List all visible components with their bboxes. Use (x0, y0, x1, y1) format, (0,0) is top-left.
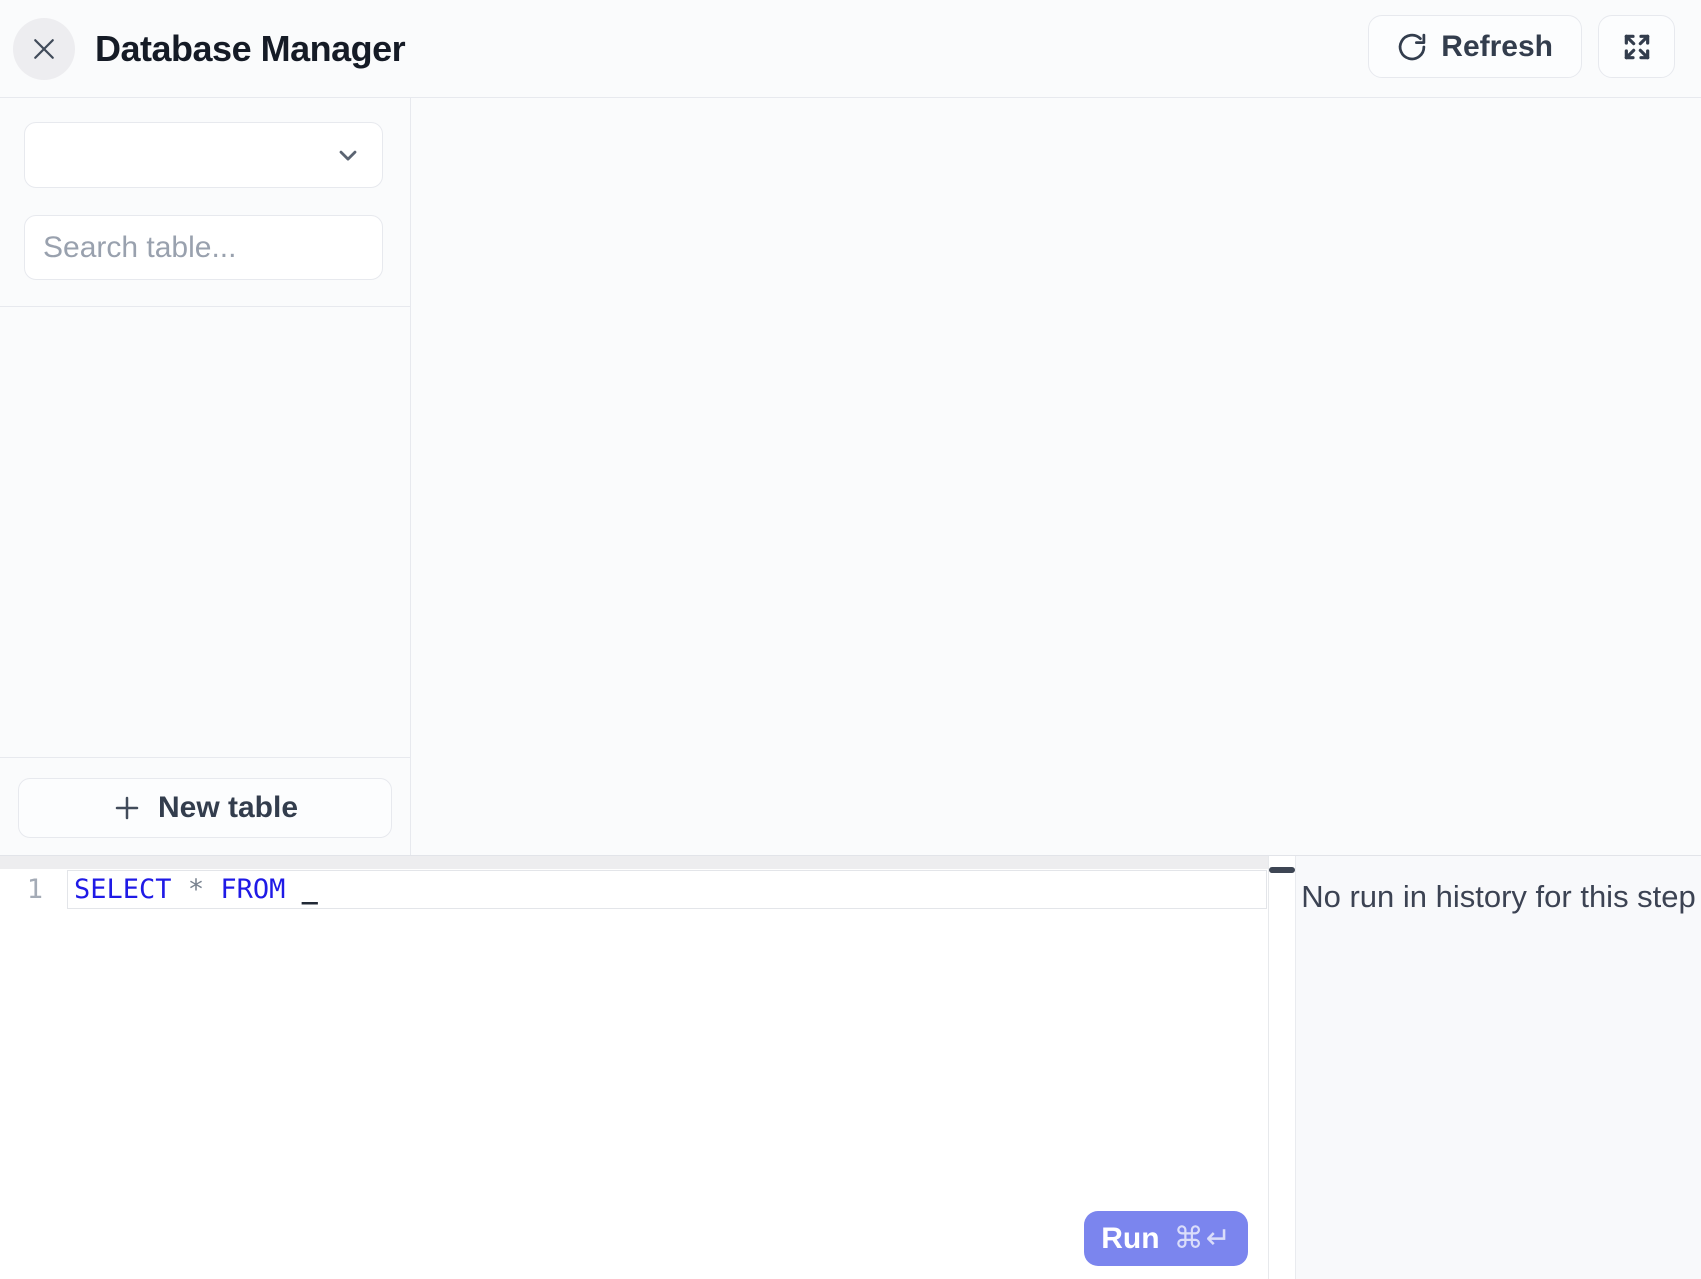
main-canvas (412, 98, 1701, 855)
header-actions: Refresh (1368, 15, 1675, 78)
resizer-grip-icon (1269, 867, 1295, 873)
editor-top-strip (0, 856, 1268, 869)
new-table-button[interactable]: New table (18, 778, 392, 838)
table-list (0, 307, 410, 757)
search-table-input[interactable] (24, 215, 383, 280)
page-title: Database Manager (95, 28, 405, 70)
new-table-label: New table (158, 791, 298, 825)
search-wrap (24, 215, 382, 280)
header: Database Manager Refresh (0, 0, 1701, 98)
run-button[interactable]: Run ⌘↵ (1084, 1211, 1248, 1266)
refresh-label: Refresh (1441, 30, 1553, 64)
sql-keyword-from: FROM (220, 874, 285, 905)
run-label: Run (1101, 1222, 1159, 1256)
chevron-down-icon (334, 141, 362, 169)
text-cursor: _ (302, 874, 318, 905)
run-shortcut: ⌘↵ (1174, 1221, 1231, 1256)
history-empty-message: No run in history for this step (1296, 879, 1701, 915)
command-key-icon: ⌘ (1174, 1221, 1204, 1256)
line-number: 1 (0, 870, 67, 909)
sql-code-line[interactable]: SELECT * FROM _ (67, 870, 1267, 909)
close-icon (29, 34, 59, 64)
sql-editor[interactable]: 1 SELECT * FROM _ Run ⌘↵ (0, 856, 1268, 1279)
panel-resizer[interactable] (1268, 856, 1296, 1279)
refresh-icon (1397, 32, 1427, 62)
expand-icon (1621, 31, 1653, 63)
sidebar-footer: New table (0, 757, 410, 855)
sidebar: New table (0, 98, 411, 855)
bottom-section: 1 SELECT * FROM _ Run ⌘↵ No run in histo… (0, 855, 1701, 1279)
return-key-icon: ↵ (1206, 1221, 1231, 1256)
plus-icon (112, 793, 142, 823)
sidebar-controls (0, 98, 410, 306)
refresh-button[interactable]: Refresh (1368, 15, 1582, 78)
expand-button[interactable] (1598, 15, 1675, 78)
sql-keyword-select: SELECT (74, 874, 172, 905)
close-button[interactable] (13, 18, 75, 80)
run-history-panel: No run in history for this step (1296, 856, 1701, 1279)
sql-star: * (188, 874, 204, 905)
database-select[interactable] (24, 122, 383, 188)
